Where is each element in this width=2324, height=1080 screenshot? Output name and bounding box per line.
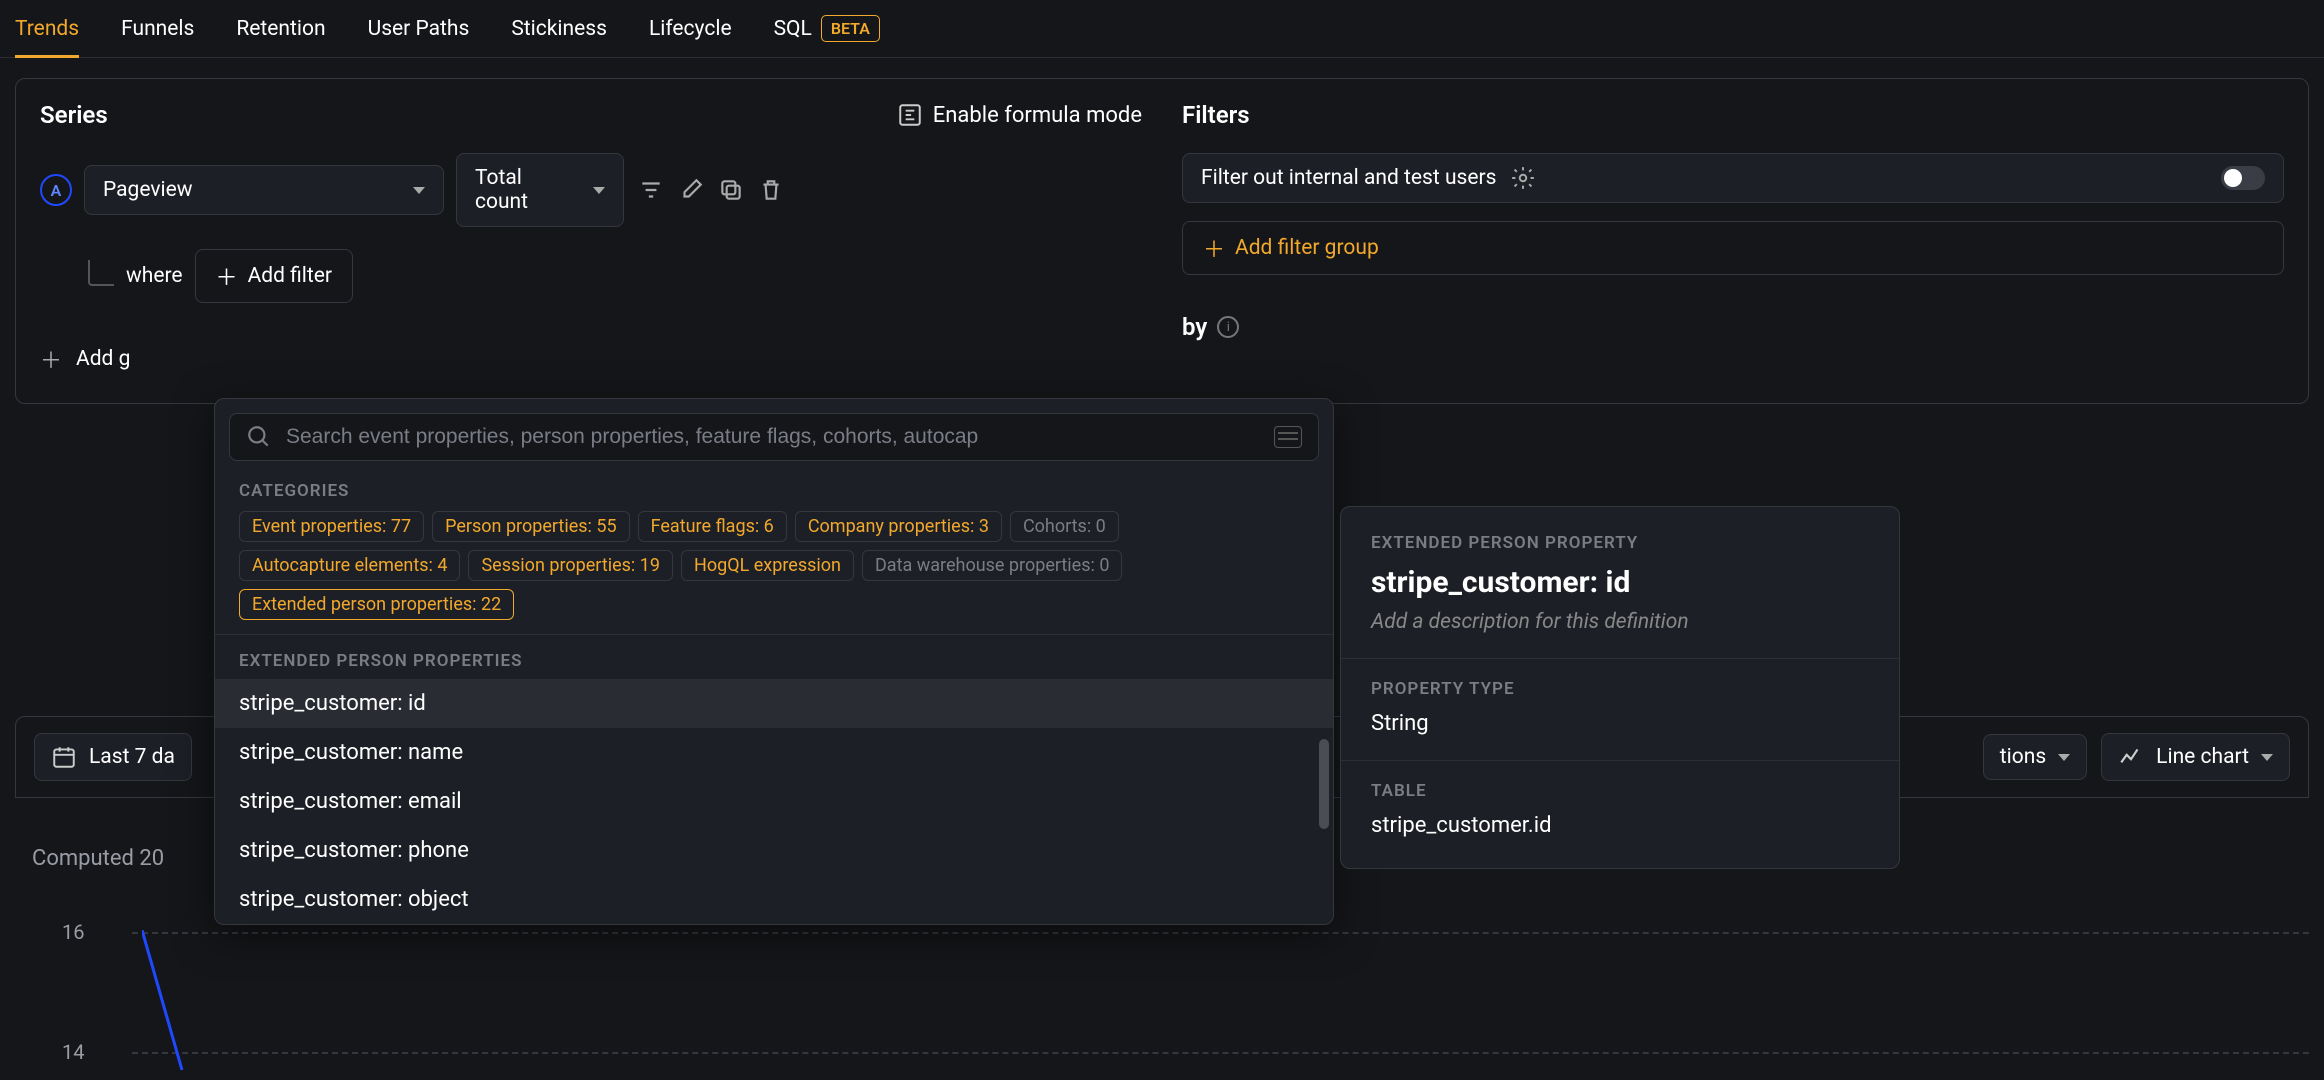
- add-graph-button[interactable]: Add g: [76, 347, 130, 371]
- formula-mode-label: Enable formula mode: [933, 103, 1142, 128]
- line-chart-icon: [2118, 744, 2144, 770]
- keyboard-icon: [1274, 426, 1302, 448]
- add-filter-button[interactable]: ＋ Add filter: [195, 249, 353, 303]
- filters-title: Filters: [1182, 101, 2284, 129]
- table-label: TABLE: [1371, 781, 1869, 801]
- plus-icon: ＋: [1203, 232, 1225, 264]
- tab-funnels[interactable]: Funnels: [121, 0, 194, 58]
- aggregation-select-value: Total count: [475, 166, 579, 214]
- tab-trends[interactable]: Trends: [15, 0, 79, 58]
- aggregation-select[interactable]: Total count: [456, 153, 624, 227]
- filter-icon-button[interactable]: [636, 175, 666, 205]
- category-pill[interactable]: Autocapture elements: 4: [239, 550, 460, 581]
- y-tick: 14: [62, 1040, 84, 1064]
- default-filter-row[interactable]: Filter out internal and test users: [1182, 153, 2284, 203]
- series-title: Series: [40, 101, 108, 129]
- add-filter-group-label: Add filter group: [1235, 236, 1379, 260]
- search-icon: [246, 424, 272, 450]
- computed-timestamp: Computed 20: [32, 846, 164, 871]
- chart-area: 16 14: [32, 900, 2309, 1070]
- date-range-select[interactable]: Last 7 da: [34, 733, 192, 781]
- plus-icon: ＋: [216, 260, 238, 292]
- chevron-down-icon: [413, 187, 425, 194]
- chevron-down-icon: [2261, 754, 2273, 761]
- insight-tabs: Trends Funnels Retention User Paths Stic…: [0, 0, 2324, 58]
- gear-icon[interactable]: [1510, 165, 1536, 191]
- property-list-item[interactable]: stripe_customer: phone: [215, 826, 1333, 875]
- edit-icon-button[interactable]: [676, 175, 706, 205]
- tab-sql[interactable]: SQL BETA: [774, 0, 880, 58]
- property-list: stripe_customer: idstripe_customer: name…: [215, 679, 1333, 924]
- tab-stickiness[interactable]: Stickiness: [511, 0, 607, 58]
- property-type-value: String: [1371, 711, 1869, 736]
- filter-toggle[interactable]: [2221, 166, 2265, 190]
- property-list-item[interactable]: stripe_customer: email: [215, 777, 1333, 826]
- event-select[interactable]: Pageview: [84, 165, 444, 215]
- category-pill[interactable]: Data warehouse properties: 0: [862, 550, 1122, 581]
- table-value: stripe_customer.id: [1371, 813, 1869, 838]
- category-pill[interactable]: Cohorts: 0: [1010, 511, 1119, 542]
- property-section-label: EXTENDED PERSON PROPERTIES: [215, 635, 1333, 679]
- calendar-icon: [51, 744, 77, 770]
- category-pill[interactable]: Session properties: 19: [468, 550, 673, 581]
- event-select-value: Pageview: [103, 178, 193, 202]
- category-pill[interactable]: Person properties: 55: [432, 511, 630, 542]
- scrollbar-thumb[interactable]: [1319, 739, 1329, 829]
- category-pill[interactable]: HogQL expression: [681, 550, 854, 581]
- y-tick: 16: [62, 920, 84, 944]
- breakdown-by-label: by: [1182, 313, 1207, 341]
- where-label: where: [126, 264, 183, 288]
- default-filter-label: Filter out internal and test users: [1201, 166, 1496, 190]
- category-pills: Event properties: 77 Person properties: 5…: [215, 511, 1333, 634]
- detail-description-placeholder[interactable]: Add a description for this definition: [1371, 610, 1869, 634]
- info-icon[interactable]: i: [1217, 316, 1239, 338]
- categories-label: CATEGORIES: [215, 471, 1333, 511]
- category-pill[interactable]: Extended person properties: 22: [239, 589, 514, 620]
- category-pill[interactable]: Company properties: 3: [795, 511, 1002, 542]
- copy-icon-button[interactable]: [716, 175, 746, 205]
- property-search-input[interactable]: [286, 425, 1260, 449]
- date-range-label: Last 7 da: [89, 745, 175, 769]
- category-pill[interactable]: Feature flags: 6: [638, 511, 787, 542]
- formula-icon: [897, 102, 923, 128]
- add-filter-label: Add filter: [248, 264, 332, 288]
- property-detail-panel: EXTENDED PERSON PROPERTY stripe_customer…: [1340, 506, 1900, 869]
- chart-line: [142, 930, 222, 1080]
- chart-type-label: Line chart: [2156, 745, 2249, 769]
- property-list-item[interactable]: stripe_customer: id: [215, 679, 1333, 728]
- add-filter-group-button[interactable]: ＋ Add filter group: [1182, 221, 2284, 275]
- property-type-label: PROPERTY TYPE: [1371, 679, 1869, 699]
- beta-badge: BETA: [821, 15, 880, 42]
- options-label: tions: [2000, 745, 2046, 769]
- series-letter-badge: A: [40, 174, 72, 206]
- detail-title: stripe_customer: id: [1371, 565, 1869, 600]
- category-pill[interactable]: Event properties: 77: [239, 511, 424, 542]
- query-panel: Series Enable formula mode A Pageview To…: [15, 78, 2309, 404]
- branch-icon: [88, 260, 114, 286]
- property-list-item[interactable]: stripe_customer: name: [215, 728, 1333, 777]
- property-list-item[interactable]: stripe_customer: object: [215, 875, 1333, 924]
- tab-lifecycle[interactable]: Lifecycle: [649, 0, 732, 58]
- chart-type-select[interactable]: Line chart: [2101, 733, 2290, 781]
- property-search-popover: CATEGORIES Event properties: 77 Person pr…: [214, 398, 1334, 925]
- options-select[interactable]: tions: [1983, 734, 2087, 780]
- tab-retention[interactable]: Retention: [236, 0, 325, 58]
- plus-icon: ＋: [40, 343, 62, 375]
- formula-mode-toggle[interactable]: Enable formula mode: [897, 102, 1142, 128]
- detail-header-label: EXTENDED PERSON PROPERTY: [1371, 533, 1869, 553]
- chevron-down-icon: [2058, 754, 2070, 761]
- chevron-down-icon: [593, 187, 605, 194]
- tab-user-paths[interactable]: User Paths: [368, 0, 470, 58]
- trash-icon-button[interactable]: [756, 175, 786, 205]
